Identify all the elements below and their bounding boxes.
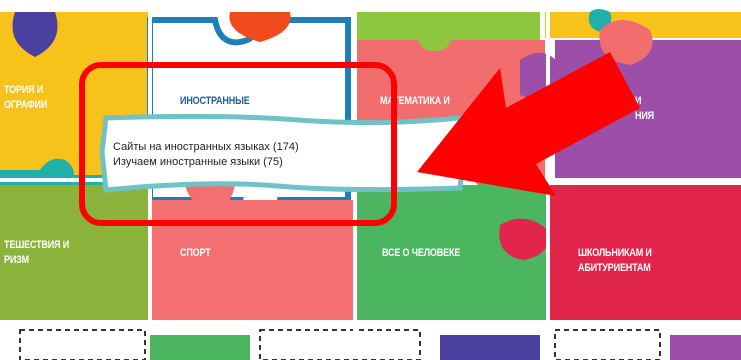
red-arrow-icon (417, 52, 640, 196)
